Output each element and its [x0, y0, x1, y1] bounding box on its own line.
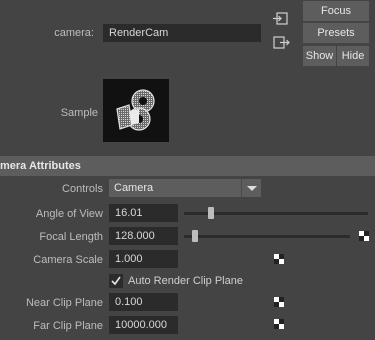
show-button[interactable]: Show: [303, 46, 336, 66]
section-title: mera Attributes: [0, 160, 81, 172]
focal-length-field[interactable]: 128.000: [109, 227, 178, 245]
camera-attributes-section-header[interactable]: mera Attributes: [0, 156, 375, 176]
sample-swatch: [103, 79, 169, 142]
dropdown-arrow-icon[interactable]: [241, 179, 261, 197]
keyframe-icon[interactable]: [274, 297, 284, 307]
near-clip-plane-field[interactable]: 0.100: [109, 293, 178, 311]
focus-button[interactable]: Focus: [303, 1, 369, 21]
keyframe-icon[interactable]: [274, 319, 284, 329]
controls-label: Controls: [62, 183, 103, 195]
angle-of-view-label: Angle of View: [35, 208, 103, 220]
keyframe-icon[interactable]: [359, 231, 369, 241]
controls-dropdown-value: Camera: [114, 182, 154, 194]
far-clip-plane-label: Far Clip Plane: [33, 320, 103, 332]
angle-of-view-slider-handle[interactable]: [207, 207, 214, 219]
camera-label: camera:: [54, 27, 94, 39]
focal-length-label: Focal Length: [39, 231, 103, 243]
angle-of-view-field[interactable]: 16.01: [109, 204, 178, 222]
focal-length-slider-handle[interactable]: [192, 230, 199, 242]
sample-label: Sample: [60, 107, 98, 119]
camera-name-field[interactable]: RenderCam: [103, 24, 261, 42]
far-clip-plane-field[interactable]: 10000.000: [109, 316, 178, 334]
camera-scale-label: Camera Scale: [33, 254, 103, 266]
camera-sample-icon: [116, 89, 155, 131]
hide-button[interactable]: Hide: [337, 46, 369, 66]
checkbox-check-icon: [111, 276, 121, 286]
camera-scale-field[interactable]: 1.000: [109, 250, 178, 268]
auto-render-clip-checkbox[interactable]: [109, 274, 123, 288]
input-connection-icon[interactable]: [272, 11, 290, 27]
controls-dropdown[interactable]: Camera: [109, 179, 261, 197]
focal-length-slider-track[interactable]: [184, 235, 350, 238]
near-clip-plane-label: Near Clip Plane: [25, 297, 103, 309]
keyframe-icon[interactable]: [274, 254, 284, 264]
auto-render-clip-label: Auto Render Clip Plane: [128, 275, 243, 287]
presets-button[interactable]: Presets: [303, 23, 369, 43]
output-connection-icon[interactable]: [272, 35, 290, 51]
